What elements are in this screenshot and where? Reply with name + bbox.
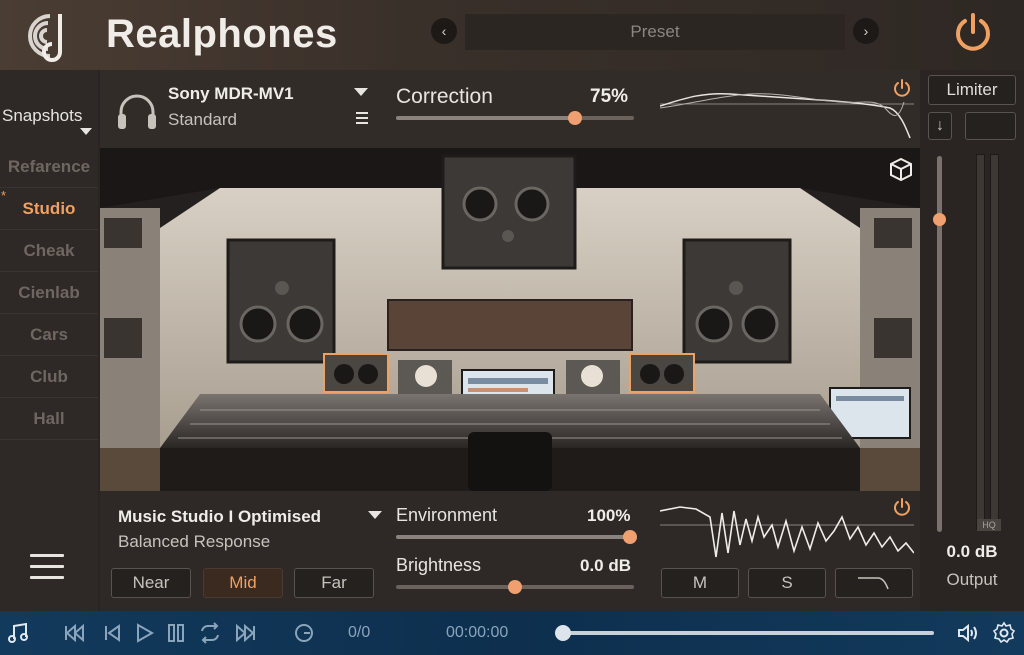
side-mode-button[interactable]: S (748, 568, 826, 598)
timer-icon[interactable] (292, 621, 316, 645)
music-note-icon[interactable] (6, 621, 30, 645)
environment-slider-fill (396, 535, 630, 539)
impulse-response-graph (660, 506, 914, 558)
room-name[interactable]: Music Studio I Optimised (118, 507, 321, 527)
mid-button[interactable]: Mid (203, 568, 283, 598)
room-profile: Balanced Response (118, 532, 271, 551)
correction-power-icon[interactable] (892, 78, 912, 98)
snapshots-sidebar: Snapshots Refarence Studio Cheak Cienlab… (0, 70, 98, 611)
output-label: Output (946, 570, 998, 589)
far-button[interactable]: Far (294, 568, 374, 598)
snapshots-dropdown-icon[interactable] (80, 128, 92, 135)
preset-prev-button[interactable]: ‹ (431, 18, 457, 44)
brightness-slider-knob[interactable] (508, 580, 522, 594)
brightness-label: Brightness (396, 555, 482, 575)
correction-slider-fill (396, 116, 575, 120)
environment-slider-knob[interactable] (623, 530, 637, 544)
gear-icon[interactable] (992, 621, 1016, 645)
room-dropdown-icon[interactable] (368, 511, 382, 519)
room-panel: Music Studio I Optimised Balanced Respon… (100, 491, 920, 611)
environment-value: 100% (587, 506, 631, 525)
correction-curve-graph (660, 92, 914, 139)
environment-slider[interactable] (396, 530, 637, 544)
track-count: 0/0 (348, 624, 371, 641)
seek-knob[interactable] (555, 625, 571, 641)
power-icon[interactable] (950, 10, 996, 56)
correction-label: Correction (396, 85, 493, 108)
app-title: Realphones (106, 12, 338, 56)
correction-slider-knob[interactable] (567, 111, 582, 125)
snapshot-item-studio[interactable]: Studio (0, 188, 98, 230)
hq-badge[interactable]: HQ (977, 519, 1001, 531)
studio-illustration (100, 148, 920, 491)
playback-time: 00:00:00 (446, 624, 509, 641)
down-arrow-button[interactable]: ↓ (928, 112, 952, 140)
loop-icon[interactable] (198, 621, 222, 645)
pause-icon[interactable] (164, 621, 188, 645)
headphone-panel: Sony MDR-MV1 Standard Correction 75% (100, 70, 920, 148)
low-pass-filter-icon (858, 577, 889, 590)
play-icon[interactable] (132, 621, 156, 645)
headphones-icon (118, 94, 156, 129)
environment-label: Environment (396, 505, 498, 525)
filter-button[interactable] (835, 568, 913, 598)
preset-next-button[interactable]: › (853, 18, 879, 44)
headphone-model[interactable]: Sony MDR-MV1 (168, 84, 294, 104)
snapshot-item-cars[interactable]: Cars (0, 314, 98, 356)
output-meter-left (976, 154, 985, 530)
app-logo-icon (28, 14, 62, 62)
seek-bar[interactable] (562, 631, 934, 635)
headphone-profile: Standard (168, 110, 237, 129)
correction-value: 75% (590, 86, 629, 107)
output-meter-right (990, 154, 999, 530)
output-gain-knob[interactable] (933, 213, 946, 226)
room-power-icon[interactable] (892, 497, 912, 517)
output-value: 0.0 dB (946, 542, 998, 561)
correction-slider[interactable] (396, 111, 634, 125)
hamburger-menu-icon[interactable] (30, 554, 64, 580)
preset-selector[interactable]: Preset (465, 14, 845, 50)
output-mode-button[interactable] (965, 112, 1016, 140)
snapshot-item-reference[interactable]: Refarence (0, 146, 98, 188)
studio-room-image (100, 148, 920, 491)
headphone-list-icon[interactable] (356, 112, 368, 127)
snapshots-title[interactable]: Snapshots (2, 106, 82, 126)
snapshot-item-cheak[interactable]: Cheak (0, 230, 98, 272)
output-column: Limiter ↓ HQ 0.0 dB Output (920, 70, 1024, 611)
skip-forward-icon[interactable] (234, 621, 258, 645)
snapshot-item-club[interactable]: Club (0, 356, 98, 398)
headphone-dropdown-icon[interactable] (354, 88, 368, 96)
brightness-slider[interactable] (396, 580, 634, 594)
transport-bar: 0/0 00:00:00 (0, 611, 1024, 655)
brightness-value: 0.0 dB (580, 556, 632, 575)
near-button[interactable]: Near (111, 568, 191, 598)
limiter-button[interactable]: Limiter (928, 75, 1016, 105)
mid-mode-button[interactable]: M (661, 568, 739, 598)
volume-icon[interactable] (956, 621, 980, 645)
snapshot-item-hall[interactable]: Hall (0, 398, 98, 440)
modified-star-icon: * (1, 188, 7, 203)
header-bar: Realphones ‹ Preset › (0, 0, 1024, 70)
snapshot-item-cienlab[interactable]: Cienlab (0, 272, 98, 314)
3d-view-cube-icon[interactable] (888, 156, 914, 182)
skip-back-icon[interactable] (62, 621, 86, 645)
previous-icon[interactable] (100, 621, 124, 645)
